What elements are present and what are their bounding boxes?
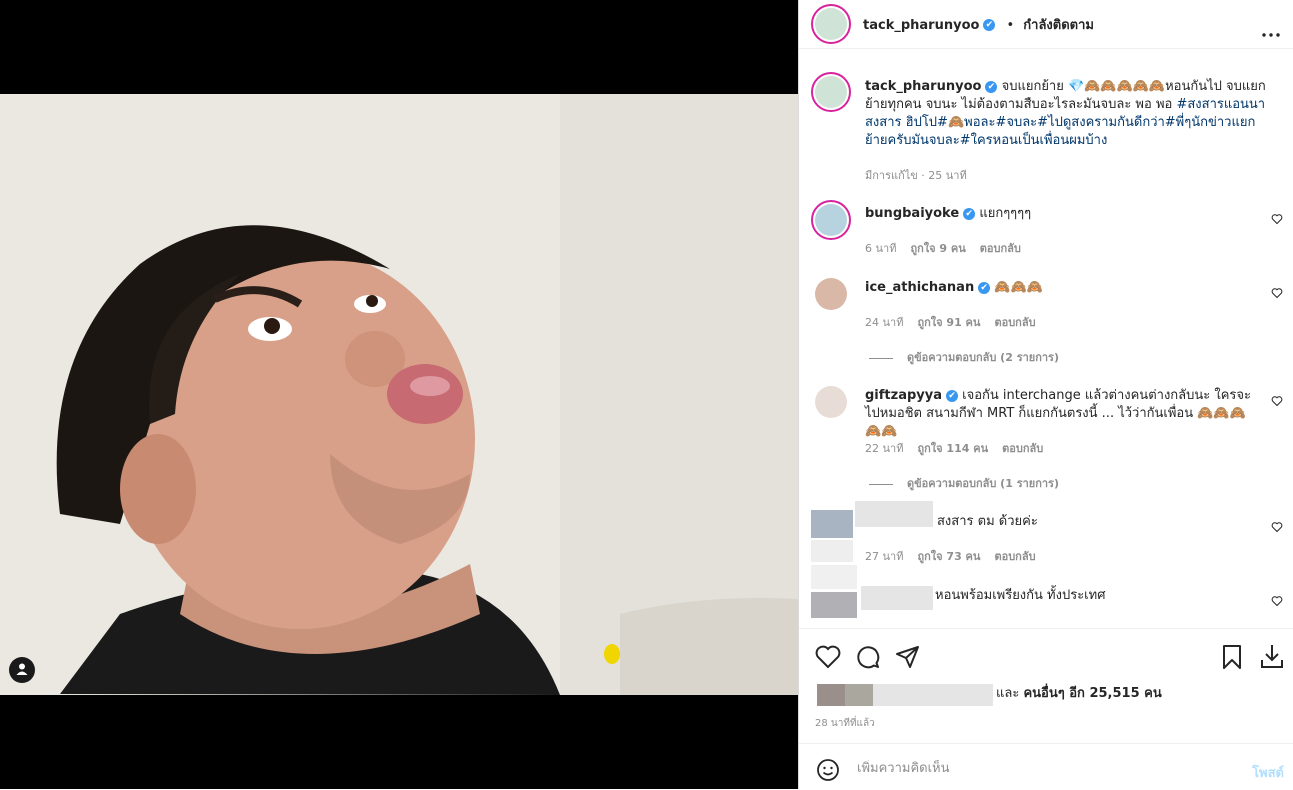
comment-likes[interactable]: ถูกใจ 114 คน [917,442,988,455]
comment-likes[interactable]: ถูกใจ 91 คน [917,316,980,329]
blurred-username [855,501,933,527]
comment-time: 6 นาที [865,242,897,255]
author-username[interactable]: tack_pharunyoo [863,18,979,33]
verified-icon: ✔ [963,207,976,220]
comment-bubble-icon[interactable] [855,644,881,670]
verified-icon: ✔ [946,389,958,402]
likes-and: และ [996,686,1024,701]
media-panel [0,0,798,789]
likes-others-link[interactable]: คนอื่นๆ อีก 25,515 คน [1023,686,1161,701]
comment-1: bungbaiyoke ✔ แยกๆๆๆๆ [865,205,1245,223]
like-comment-heart-icon[interactable] [1271,213,1283,225]
post-sidebar: tack_pharunyoo ✔ • กำลังติดตาม tack_pharu… [798,0,1293,789]
view-replies-button[interactable]: ดูข้อความตอบกลับ (2 รายการ) [869,348,1059,366]
reply-button[interactable]: ตอบกลับ [1002,442,1043,455]
comment-2: ice_athichanan ✔ 🙈🙈🙈 [865,279,1245,297]
blurred-avatar [811,592,857,618]
verified-icon: ✔ [978,281,991,294]
caption-edited: มีการแก้ไข · 25 นาที [865,169,967,182]
comment-time: 24 นาที [865,316,904,329]
verified-icon: ✔ [983,18,996,31]
comment-username[interactable]: ice_athichanan [865,280,974,295]
likes-summary: และ คนอื่นๆ อีก 25,515 คน [996,685,1162,703]
view-replies-button[interactable]: ดูข้อความตอบกลับ (1 รายการ) [869,474,1059,492]
comment-likes[interactable]: ถูกใจ 73 คน [917,550,980,563]
user-icon [15,661,29,680]
share-paper-plane-icon[interactable] [895,644,921,670]
post-time: 28 นาทีที่แล้ว [815,718,875,729]
comment-text: สงสาร ตม ด้วยค่ะ [937,514,1038,529]
comment-text: แยกๆๆๆๆ [979,206,1032,221]
header-separator: • [1006,18,1015,33]
comment-username[interactable]: bungbaiyoke [865,206,959,221]
view-replies-label: ดูข้อความตอบกลับ (2 รายการ) [907,351,1059,364]
comment-username[interactable]: giftzapyya [865,388,942,403]
like-comment-heart-icon[interactable] [1271,521,1283,533]
comment-meta: 27 นาที ถูกใจ 73 คน ตอบกลับ [865,547,1036,565]
blurred-avatar [811,540,853,562]
tagged-users-button[interactable] [9,657,35,683]
comment-meta: 6 นาที ถูกใจ 9 คน ตอบกลับ [865,239,1021,257]
more-horizontal-icon[interactable] [1262,22,1280,41]
header-user-line: tack_pharunyoo ✔ • กำลังติดตาม [863,14,1094,35]
comment-time: 22 นาที [865,442,904,455]
comment-likes[interactable]: ถูกใจ 9 คน [910,242,965,255]
blurred-avatar [811,565,857,589]
blurred-avatar [817,684,845,706]
reply-button[interactable]: ตอบกลับ [994,550,1035,563]
author-avatar[interactable] [811,4,851,44]
action-bar: และ คนอื่นๆ อีก 25,515 คน 28 นาทีที่แล้ว [799,628,1293,744]
comment-meta: 22 นาที ถูกใจ 114 คน ตอบกลับ [865,439,1043,457]
blurred-avatar [811,510,853,538]
like-comment-heart-icon[interactable] [1271,287,1283,299]
post-photo[interactable] [0,94,798,695]
caption-username[interactable]: tack_pharunyoo [865,79,981,94]
comment-text: หอนพร้อมเพรียงกัน ทั้งประเทศ [935,588,1106,603]
comment-3: giftzapyya ✔ เจอกัน interchange แล้วต่างค… [865,387,1251,441]
view-replies-label: ดูข้อความตอบกลับ (1 รายการ) [907,477,1059,490]
comment-avatar[interactable] [811,200,851,240]
caption-avatar[interactable] [811,72,851,112]
comment-time: 27 นาที [865,550,904,563]
bookmark-icon[interactable] [1221,644,1243,670]
like-comment-heart-icon[interactable] [1271,595,1283,607]
blurred-avatar [845,684,873,706]
like-comment-heart-icon[interactable] [1271,395,1283,407]
comment-avatar[interactable] [815,386,847,418]
emoji-smiley-icon[interactable] [816,758,840,782]
comment-input[interactable] [855,760,1229,777]
verified-icon: ✔ [985,80,998,93]
comment-meta: 24 นาที ถูกใจ 91 คน ตอบกลับ [865,313,1036,331]
comment-bar: โพสต์ [799,743,1293,790]
follow-status-button[interactable]: กำลังติดตาม [1023,18,1094,33]
blurred-username [873,684,993,706]
post-comment-button[interactable]: โพสต์ [1252,762,1284,783]
like-heart-icon[interactable] [815,645,841,669]
reply-button[interactable]: ตอบกลับ [980,242,1021,255]
comment-text: 🙈🙈🙈 [994,280,1043,295]
blurred-username [861,586,933,610]
caption-text: tack_pharunyoo ✔ จบแยกย้าย 💎🙈🙈🙈🙈🙈หอนกันไป… [865,78,1275,150]
post-header: tack_pharunyoo ✔ • กำลังติดตาม [799,0,1293,49]
comment-avatar[interactable] [815,278,847,310]
reply-button[interactable]: ตอบกลับ [994,316,1035,329]
download-icon[interactable] [1259,642,1285,670]
